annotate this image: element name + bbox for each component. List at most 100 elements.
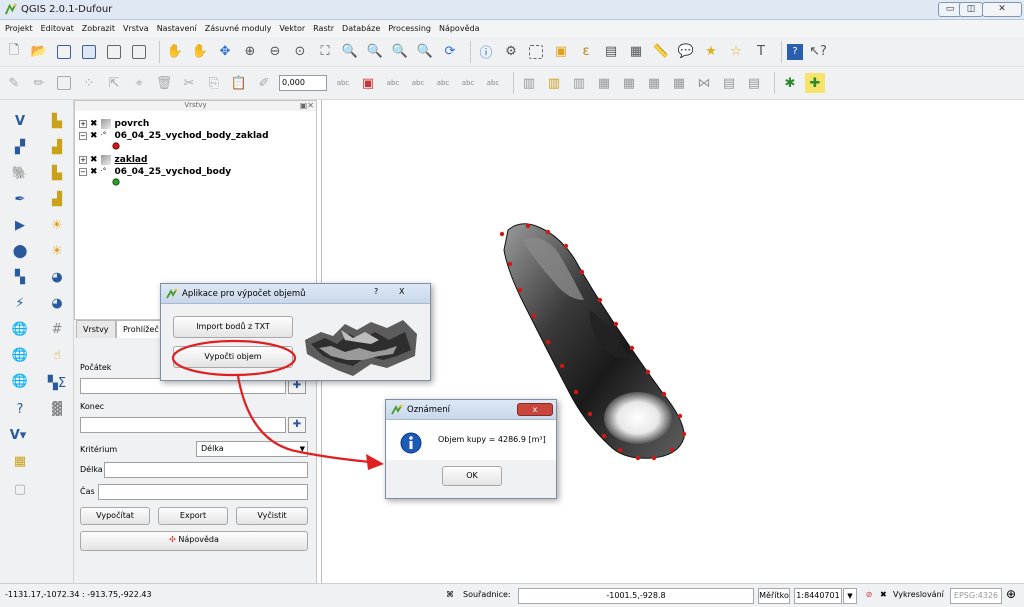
menu-databaze[interactable]: Databáze <box>342 24 380 33</box>
raster-tool-icon[interactable]: ⋈ <box>694 73 714 93</box>
select-features-icon[interactable] <box>526 42 546 62</box>
menu-vektor[interactable]: Vektor <box>279 24 305 33</box>
run-feature-action-icon[interactable]: ⚙ <box>501 42 521 62</box>
raster-align-icon[interactable]: ▤ <box>744 73 764 93</box>
change-label-icon[interactable]: abc <box>483 73 503 93</box>
expand-icon[interactable]: − <box>79 132 87 140</box>
length-field[interactable] <box>104 462 308 478</box>
help-contents-icon[interactable]: ? <box>787 43 803 60</box>
text-annotation-icon[interactable]: T <box>751 42 771 62</box>
volume-plugin-icon[interactable]: ✚ <box>805 73 825 93</box>
mouse-icon[interactable]: ⌘ <box>441 588 459 604</box>
expand-icon[interactable]: − <box>79 168 87 176</box>
zoom-native-icon[interactable]: ⊙ <box>290 42 310 62</box>
menu-vrstva[interactable]: Vrstva <box>123 24 149 33</box>
new-project-icon[interactable]: 🗋 <box>4 42 24 62</box>
help-button[interactable]: ✣ Nápověda <box>80 531 308 551</box>
add-feature-icon[interactable]: ⁘ <box>79 73 99 93</box>
menu-zobrazit[interactable]: Zobrazit <box>82 24 115 33</box>
layer-visibility-checkbox[interactable]: ✖ <box>90 155 98 165</box>
clear-button[interactable]: Vyčistit <box>236 507 308 525</box>
measure-line-icon[interactable]: 📏 <box>651 42 671 62</box>
scale-field[interactable]: 1:8440701 <box>794 588 842 604</box>
sun-tool-icon[interactable]: ☀ <box>47 216 67 234</box>
layer-visibility-checkbox[interactable]: ✖ <box>90 131 98 141</box>
simplify-feature-icon[interactable]: ✐ <box>254 73 274 93</box>
grey-tool-icon[interactable]: ▓ <box>47 400 67 418</box>
layer-row-vychod-body-zaklad[interactable]: − ✖ ·° 06_04_25_vychod_body_zaklad <box>79 131 269 141</box>
close-window-button[interactable]: ✕ <box>982 2 1022 17</box>
zoom-to-layer-icon[interactable]: 🔍 <box>365 42 385 62</box>
maximize-button[interactable]: ◫ <box>959 2 983 17</box>
criterion-select[interactable]: Délka ▼ <box>196 441 308 457</box>
tab-vrstvy[interactable]: Vrstvy <box>76 320 116 338</box>
coordinate-field[interactable]: -1001.5,-928.8 <box>518 588 754 604</box>
menu-editovat[interactable]: Editovat <box>41 24 74 33</box>
add-vector-layer-icon[interactable]: V <box>10 112 30 130</box>
pan-icon[interactable]: ✋ <box>190 42 210 62</box>
new-print-composer-icon[interactable] <box>104 42 124 62</box>
sum-tool-icon[interactable]: ▚Σ <box>47 374 67 392</box>
zoom-full-icon[interactable]: ⛶ <box>315 42 335 62</box>
profile-tool-icon[interactable]: ▟ <box>47 138 67 156</box>
new-shapefile-icon[interactable]: ? <box>10 400 30 418</box>
deselect-icon[interactable]: ▣ <box>551 42 571 62</box>
copy-features-icon[interactable]: ⎘ <box>204 73 224 93</box>
zoom-in-icon[interactable]: ⊕ <box>240 42 260 62</box>
layer-labeling-icon[interactable]: abc <box>333 73 353 93</box>
panel-float-close-icon[interactable]: ▣✕ <box>300 101 314 110</box>
expand-icon[interactable]: + <box>79 156 87 164</box>
delete-selected-icon[interactable]: 🗑 <box>154 73 174 93</box>
attribute-table-icon[interactable]: ▤ <box>601 42 621 62</box>
menu-zasuvne-moduly[interactable]: Zásuvné moduly <box>205 24 272 33</box>
add-wfs-layer-icon[interactable]: 🌐 <box>10 320 30 338</box>
stop-render-icon[interactable]: ⊘ <box>861 588 877 604</box>
histogram-tool-icon[interactable]: ▙ <box>47 112 67 130</box>
layer-row-zaklad[interactable]: + ✖ zaklad <box>79 155 147 165</box>
new-vector-layer-icon[interactable]: V▾ <box>8 426 28 444</box>
menu-rastr[interactable]: Rastr <box>313 24 334 33</box>
identify-icon[interactable]: ⓘ <box>476 42 496 62</box>
crs-button[interactable]: EPSG:4326 <box>950 588 1002 604</box>
dialog-help-icon[interactable]: ? <box>374 287 378 296</box>
new-temp-layer-icon[interactable]: ▢ <box>10 480 30 498</box>
scale-dropdown-icon[interactable]: ▼ <box>843 588 857 604</box>
expand-icon[interactable]: + <box>79 120 87 128</box>
raster-decrease-contrast-icon[interactable]: ▦ <box>669 73 689 93</box>
refresh-icon[interactable]: ⟳ <box>440 42 460 62</box>
hillshade-tool-icon[interactable]: ▟ <box>47 190 67 208</box>
export-button[interactable]: Export <box>158 507 228 525</box>
show-labels-icon[interactable]: abc <box>408 73 428 93</box>
pick-end-button[interactable]: ✚ <box>288 417 306 433</box>
layer-visibility-checkbox[interactable]: ✖ <box>90 119 98 129</box>
time-field[interactable] <box>98 484 308 500</box>
dialog-close-icon[interactable]: X <box>399 287 404 296</box>
raster-decrease-brightness-icon[interactable]: ▦ <box>619 73 639 93</box>
layer-visibility-checkbox[interactable]: ✖ <box>90 167 98 177</box>
field-calculator-icon[interactable]: ▦ <box>626 42 646 62</box>
import-points-button[interactable]: Import bodů z TXT <box>173 316 293 338</box>
raster-histogram-icon[interactable]: ▥ <box>519 73 539 93</box>
add-wms-layer-icon[interactable]: ▚ <box>10 268 30 286</box>
touch-zoom-icon[interactable]: ✋ <box>165 42 185 62</box>
sun-plus-tool-icon[interactable]: ☀ <box>47 242 67 260</box>
add-oracle-layer-icon[interactable]: ⬤ <box>10 242 30 260</box>
scale-input[interactable]: 0,000 <box>279 75 327 91</box>
menu-nastaveni[interactable]: Nastavení <box>157 24 197 33</box>
save-edits-icon[interactable] <box>54 73 74 93</box>
current-edits-icon[interactable]: ✎ <box>4 73 24 93</box>
paste-features-icon[interactable]: 📋 <box>229 73 249 93</box>
globe-tool-icon[interactable]: ◕ <box>47 268 67 286</box>
raster-increase-contrast-icon[interactable]: ▦ <box>644 73 664 93</box>
zoom-to-selection-icon[interactable]: 🔍 <box>340 42 360 62</box>
show-bookmarks-icon[interactable]: ☆ <box>726 42 746 62</box>
menu-napoveda[interactable]: Nápověda <box>439 24 480 33</box>
move-label-icon[interactable]: abc <box>433 73 453 93</box>
save-project-icon[interactable] <box>54 42 74 62</box>
hand-tool-icon[interactable]: ☝ <box>47 346 67 364</box>
raster-increase-brightness-icon[interactable]: ▦ <box>594 73 614 93</box>
map-tips-icon[interactable]: 💬 <box>676 42 696 62</box>
composer-manager-icon[interactable] <box>129 42 149 62</box>
new-bookmark-icon[interactable]: ★ <box>701 42 721 62</box>
menu-projekt[interactable]: Projekt <box>5 24 33 33</box>
